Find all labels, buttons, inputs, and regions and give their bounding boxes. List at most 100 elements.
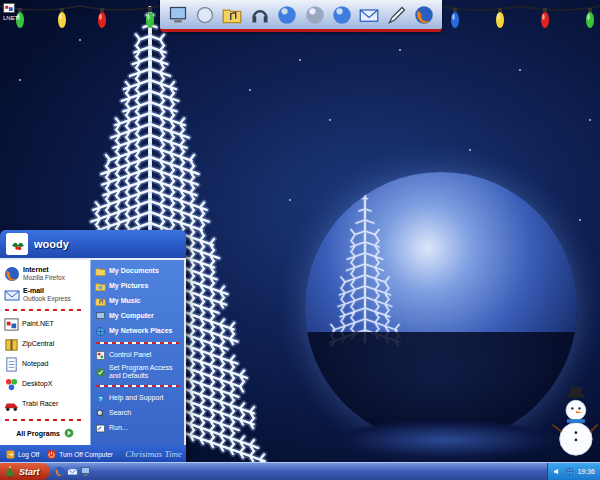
notepad-icon <box>4 357 19 372</box>
shape <box>578 407 580 409</box>
control-panel-icon <box>95 350 106 361</box>
shape <box>9 466 11 468</box>
computer-icon <box>95 311 106 322</box>
dock-item[interactable] <box>221 4 243 26</box>
shape <box>4 4 15 13</box>
log-off-label: Log Off <box>18 451 39 458</box>
user-avatar <box>6 233 28 255</box>
firefox-icon <box>54 466 65 477</box>
dock-item[interactable] <box>167 4 189 26</box>
dock-item[interactable] <box>413 4 435 26</box>
dock-item[interactable] <box>249 4 271 26</box>
firefox-icon <box>414 5 434 25</box>
place-item[interactable]: My Computer <box>94 309 181 323</box>
log-off-icon <box>6 450 15 459</box>
recent-program[interactable]: Trabi Racer <box>3 395 87 414</box>
mail-icon <box>4 287 20 303</box>
pinned-subtitle: Mozilla Firefox <box>23 274 65 281</box>
tool-label: Run... <box>109 424 128 432</box>
recent-program[interactable]: Paint.NET <box>3 315 87 334</box>
dock-item[interactable] <box>386 4 408 26</box>
shape <box>249 89 251 91</box>
all-programs[interactable]: All Programs <box>3 425 87 441</box>
shape <box>7 322 11 326</box>
tool-item[interactable]: Run... <box>94 421 181 435</box>
separator <box>96 342 179 344</box>
holly-icon <box>9 236 25 252</box>
mail-icon <box>67 466 78 477</box>
shape <box>79 39 81 41</box>
tool-item[interactable]: ?Help and Support <box>94 391 181 405</box>
run-icon <box>95 423 106 434</box>
settings-item[interactable]: Control Panel <box>94 348 181 362</box>
shape <box>100 8 104 12</box>
shape <box>571 387 582 395</box>
start-button[interactable]: Start <box>0 463 50 480</box>
dock-item[interactable] <box>331 4 353 26</box>
place-item[interactable]: My Network Places <box>94 324 181 338</box>
firefox-icon <box>4 266 20 282</box>
shape <box>224 10 242 23</box>
shape <box>415 6 433 24</box>
arrow-icon <box>64 428 74 438</box>
tray-item[interactable] <box>553 467 562 476</box>
place-item[interactable]: My Pictures <box>94 279 181 293</box>
shape <box>264 16 268 22</box>
pinned-program[interactable]: E-mailOutlook Express <box>3 285 87 305</box>
shape <box>543 8 547 12</box>
computer-icon <box>80 466 91 477</box>
recent-program[interactable]: DesktopX <box>3 375 87 394</box>
recent-program[interactable]: ZipCentral <box>3 335 87 354</box>
shape <box>575 439 578 442</box>
turn-off-label: Turn Off Computer <box>59 451 113 458</box>
quick-launch-item[interactable] <box>80 466 91 477</box>
dock-bar <box>160 0 442 32</box>
dock-item[interactable] <box>276 4 298 26</box>
place-item[interactable]: My Music <box>94 294 181 308</box>
shape <box>336 8 342 14</box>
shape <box>98 427 101 430</box>
quick-launch-item[interactable] <box>54 466 65 477</box>
sphere-reflection <box>330 420 560 460</box>
paint-icon <box>4 317 19 332</box>
turn-off-button[interactable]: Turn Off Computer <box>45 449 115 460</box>
dock-item[interactable] <box>304 4 326 26</box>
tool-label: Help and Support <box>109 394 163 402</box>
shape <box>18 8 22 12</box>
shape <box>9 385 15 391</box>
tray-item[interactable] <box>565 467 574 476</box>
shape <box>96 368 104 376</box>
shape <box>575 431 578 434</box>
shape <box>329 119 331 121</box>
desktop-shortcut[interactable]: LNET <box>2 2 18 22</box>
settings-item[interactable]: Set Program Access and Defaults <box>94 363 181 381</box>
glass-sphere <box>305 172 577 444</box>
quick-launch-item[interactable] <box>67 466 78 477</box>
shape <box>587 14 589 20</box>
start-menu-footer: Log OffTurn Off ComputerChristmas Time <box>0 445 186 462</box>
shape <box>361 10 379 18</box>
desktop: LNET woody InternetMozilla FirefoxE-mailOu… <box>0 0 600 462</box>
user-name: woody <box>34 238 69 250</box>
shape <box>588 8 592 12</box>
shape <box>59 14 61 20</box>
shape <box>566 400 586 420</box>
tool-label: Search <box>109 409 131 417</box>
program-label: Paint.NET <box>22 320 54 328</box>
shape <box>5 319 18 330</box>
log-off-button[interactable]: Log Off <box>4 449 41 460</box>
pinned-program[interactable]: InternetMozilla Firefox <box>3 264 87 284</box>
recent-program[interactable]: Notepad <box>3 355 87 374</box>
separator <box>5 419 85 421</box>
tool-item[interactable]: Search <box>94 406 181 420</box>
shape <box>389 7 404 22</box>
shape <box>11 340 13 350</box>
place-item[interactable]: My Documents <box>94 264 181 278</box>
dock-item[interactable] <box>358 4 380 26</box>
dock-item[interactable] <box>194 4 216 26</box>
clock: 19:36 <box>577 468 595 475</box>
shape <box>98 319 102 320</box>
place-label: My Computer <box>109 312 154 320</box>
shape <box>96 298 106 305</box>
shape <box>9 452 13 455</box>
